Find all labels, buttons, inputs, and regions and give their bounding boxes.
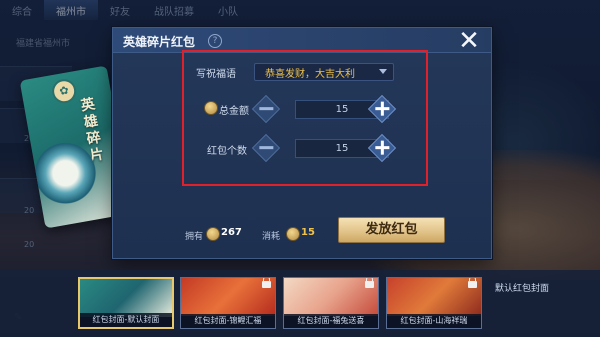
total-amount-label: 总金额 xyxy=(219,106,249,117)
chevron-down-icon xyxy=(379,69,387,74)
cover-art xyxy=(387,278,481,316)
own-value: 267 xyxy=(221,227,242,238)
card-badge-icon: ✿ xyxy=(50,77,79,106)
default-cover-label: 默认红包封面 xyxy=(495,284,550,294)
dialog-title: 英雄碎片红包 xyxy=(123,35,196,49)
own-label: 拥有 xyxy=(185,232,204,242)
cover-skin-default[interactable]: 红包封面-默认封面 xyxy=(78,277,174,329)
blessing-select[interactable]: 恭喜发财，大吉大利 xyxy=(254,63,394,81)
cover-caption: 红包封面-山海祥瑞 xyxy=(387,314,481,328)
coin-icon xyxy=(286,227,300,241)
lock-icon xyxy=(262,278,271,288)
send-red-packet-button[interactable]: 发放红包 xyxy=(338,217,445,243)
cover-art xyxy=(284,278,378,316)
cost-value: 15 xyxy=(301,227,315,238)
cover-caption: 红包封面-福兔送喜 xyxy=(284,314,378,328)
coin-icon xyxy=(206,227,220,241)
cover-caption: 红包封面-默认封面 xyxy=(80,313,172,327)
cover-caption: 红包封面-锦鲤汇福 xyxy=(181,314,275,328)
cover-skin-shanhai[interactable]: 红包封面-山海祥瑞 xyxy=(386,277,482,329)
cover-art xyxy=(80,279,172,317)
lock-icon xyxy=(365,278,374,288)
blessing-label: 写祝福语 xyxy=(196,69,236,80)
lock-icon xyxy=(468,278,477,288)
cost-label: 消耗 xyxy=(262,232,281,242)
coin-icon xyxy=(204,101,218,115)
cover-skin-rabbit[interactable]: 红包封面-福兔送喜 xyxy=(283,277,379,329)
help-icon[interactable]: ? xyxy=(208,34,222,48)
cover-skin-koi[interactable]: 红包封面-锦鲤汇福 xyxy=(180,277,276,329)
blessing-value: 恭喜发财，大吉大利 xyxy=(265,69,355,80)
cover-art xyxy=(181,278,275,316)
packet-count-label: 红包个数 xyxy=(207,146,247,157)
close-icon[interactable]: ✕ xyxy=(458,28,480,54)
